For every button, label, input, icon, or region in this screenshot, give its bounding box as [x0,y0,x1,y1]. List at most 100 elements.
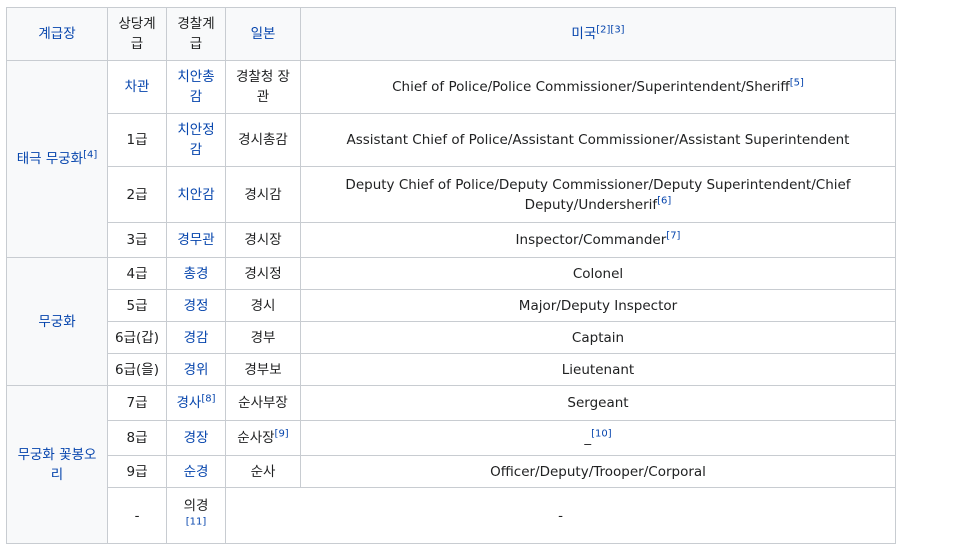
grade-group-cell: 태극 무궁화[4] [6,60,108,258]
police-rank-link[interactable]: 치안총감 [177,69,214,105]
japan-rank-cell: 경시장 [225,222,301,258]
usa-rank-text: - [558,507,563,524]
japan-rank-text: 순사장 [237,430,275,446]
table-row: 6급(갑) 경감 경부 Captain [7,321,896,354]
usa-rank-ref[interactable]: [6] [657,195,671,206]
equiv-link[interactable]: 차관 [125,79,150,95]
usa-rank-cell: - [225,487,896,544]
grade-group-ref[interactable]: [4] [83,150,97,161]
table-row: 무궁화 4급 총경 경시정 Colonel [6,257,896,386]
usa-rank-ref[interactable]: [10] [591,429,612,440]
police-rank-cell[interactable]: 경무관 [166,222,226,258]
police-rank-cell: 의경 [11] [166,487,226,544]
table-row: 5급 경정 경시 Major/Deputy Inspector [7,289,896,322]
japan-rank-cell: 경부보 [225,353,301,386]
police-rank-cell[interactable]: 경장 [166,420,226,456]
header-police-label: 경찰계급 [177,16,215,52]
police-rank-ref[interactable]: [11] [186,516,207,527]
japan-rank-cell: 경찰청 장관 [225,60,301,114]
header-usa[interactable]: 미국[2][3] [300,7,896,61]
table-row: 2급 치안감 경시감 Deputy Chief of Police/Deputy… [7,166,896,223]
grade-group-link[interactable]: 태극 무궁화 [17,151,83,167]
usa-rank-cell: Officer/Deputy/Trooper/Corporal [300,455,896,488]
police-rank-link[interactable]: 치안정감 [177,122,214,158]
equiv-cell: 9급 [107,455,167,488]
japan-rank-text: 경시장 [244,232,282,248]
police-rank-link[interactable]: 치안감 [177,187,214,203]
table-row: 6급(을) 경위 경부보 Lieutenant [7,353,896,386]
header-grade[interactable]: 계급장 [6,7,108,61]
grade-group-link[interactable]: 무궁화 꽃봉오리 [18,447,97,483]
japan-rank-text: 순사 [250,463,276,480]
police-rank-link[interactable]: 경사 [176,395,201,411]
usa-rank-text: Deputy Chief of Police/Deputy Commission… [345,176,851,213]
japan-rank-ref[interactable]: [9] [275,429,289,440]
equiv-text: 3급 [126,232,148,248]
police-rank-ref[interactable]: [8] [201,394,215,405]
equiv-cell: 3급 [107,222,167,258]
usa-rank-cell: Sergeant [300,385,896,421]
police-rank-cell[interactable]: 치안감 [166,166,226,223]
equiv-cell[interactable]: 차관 [107,60,167,114]
equiv-cell: 7급 [107,385,167,421]
usa-rank-text: Major/Deputy Inspector [518,297,678,314]
police-rank-cell[interactable]: 순경 [166,455,226,488]
japan-rank-text: 경시감 [244,186,282,203]
usa-rank-cell: Chief of Police/Police Commissioner/Supe… [300,60,896,114]
usa-rank-ref[interactable]: [7] [666,231,680,242]
japan-rank-text: 경시 [250,297,276,314]
usa-rank-ref[interactable]: [5] [790,78,804,89]
police-rank-cell[interactable]: 경감 [166,321,226,354]
rank-comparison-table: 계급장 상당계급 경찰계급 일본 미국[2][3] 태극 무궁화[4] 차관 치… [6,7,896,544]
police-rank-link[interactable]: 경정 [184,298,209,314]
usa-rank-cell: Inspector/Commander[7] [300,222,896,258]
equiv-text: 8급 [126,430,148,446]
header-usa-refs[interactable]: [2][3] [596,25,624,36]
police-rank-cell[interactable]: 총경 [166,257,226,290]
japan-rank-cell: 순사장[9] [225,420,301,456]
grade-group-cell: 무궁화 꽃봉오리 [6,385,108,544]
header-police: 경찰계급 [166,7,226,61]
usa-rank-text: Captain [571,329,625,346]
header-japan-link[interactable]: 일본 [251,26,276,42]
header-equiv-label: 상당계급 [118,16,156,52]
equiv-cell: 5급 [107,289,167,322]
police-rank-cell[interactable]: 경사[8] [166,385,226,421]
police-rank-link[interactable]: 경장 [184,430,209,446]
usa-rank-cell: Major/Deputy Inspector [300,289,896,322]
japan-rank-text: 경시정 [244,265,282,282]
police-rank-link[interactable]: 경무관 [177,232,214,248]
equiv-cell: 4급 [107,257,167,290]
usa-rank-cell: Deputy Chief of Police/Deputy Commission… [300,166,896,223]
police-rank-cell[interactable]: 치안총감 [166,60,226,114]
japan-rank-text: 경부 [250,329,276,346]
grade-group-link[interactable]: 무궁화 [38,314,75,330]
police-rank-link[interactable]: 경감 [184,330,209,346]
police-rank-cell[interactable]: 치안정감 [166,113,226,167]
equiv-cell: 2급 [107,166,167,223]
header-grade-link[interactable]: 계급장 [38,26,75,42]
header-japan[interactable]: 일본 [225,7,301,61]
police-rank-link[interactable]: 총경 [184,266,209,282]
equiv-text: 6급(갑) [115,329,159,346]
table-header-row: 계급장 상당계급 경찰계급 일본 미국[2][3] [6,7,896,61]
table-row: 1급 치안정감 경시총감 Assistant Chief of Police/A… [7,113,896,167]
header-equiv: 상당계급 [107,7,167,61]
japan-rank-cell: 경시총감 [225,113,301,167]
police-rank-cell[interactable]: 경위 [166,353,226,386]
police-rank-cell[interactable]: 경정 [166,289,226,322]
usa-rank-text: Sergeant [567,395,629,411]
table-row: - 의경 [11] - [7,487,896,544]
police-rank-link[interactable]: 순경 [184,464,209,480]
header-usa-link[interactable]: 미국 [571,26,596,42]
table-row: 태극 무궁화[4] 차관 치안총감 경찰청 장관 Chief of Police… [6,60,896,258]
police-rank-link[interactable]: 경위 [184,362,209,378]
equiv-cell: - [107,487,167,544]
equiv-text: 7급 [126,395,148,411]
police-rank-text: 의경 [183,497,209,514]
japan-rank-cell: 순사 [225,455,301,488]
japan-rank-cell: 경부 [225,321,301,354]
usa-rank-cell: Lieutenant [300,353,896,386]
usa-rank-text: Officer/Deputy/Trooper/Corporal [490,463,706,480]
japan-rank-text: 경시총감 [238,132,288,148]
